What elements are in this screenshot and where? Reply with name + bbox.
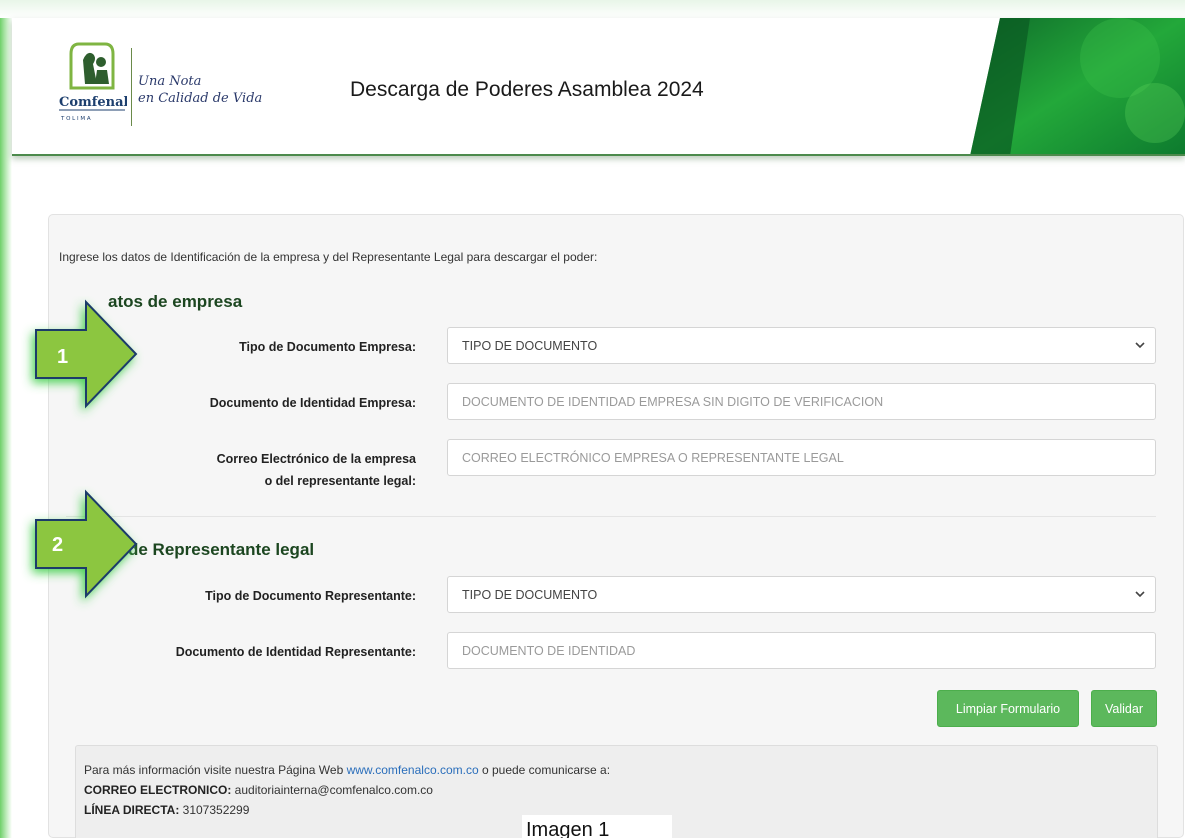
- slogan-line-2: en Calidad de Vida: [138, 91, 263, 106]
- label-documento-representante: Documento de Identidad Representante:: [175, 645, 416, 659]
- corner-decoration: [970, 18, 1185, 154]
- input-placeholder: DOCUMENTO DE IDENTIDAD EMPRESA SIN DIGIT…: [462, 394, 884, 409]
- page-header: Comfenalco T O L I M A Una Nota en Calid…: [12, 18, 1185, 156]
- annotation-arrow-2-icon: [35, 489, 138, 599]
- clear-form-button[interactable]: Limpiar Formulario: [937, 690, 1079, 727]
- info-web-suffix: o puede comunicarse a:: [478, 763, 611, 777]
- annotation-number-2: 2: [52, 534, 64, 556]
- section-title-representante: de Representante legal: [128, 540, 315, 559]
- chevron-down-icon: [1135, 342, 1145, 349]
- label-correo-line-1: Correo Electrónico de la empresa: [216, 452, 416, 466]
- annotation-number-1: 1: [57, 346, 69, 368]
- input-placeholder: DOCUMENTO DE IDENTIDAD: [462, 643, 636, 658]
- input-documento-empresa[interactable]: DOCUMENTO DE IDENTIDAD EMPRESA SIN DIGIT…: [447, 383, 1156, 420]
- input-documento-representante[interactable]: DOCUMENTO DE IDENTIDAD: [447, 632, 1156, 669]
- phone-label: LÍNEA DIRECTA:: [84, 803, 180, 817]
- form-intro: Ingrese los datos de Identificación de l…: [59, 250, 598, 264]
- left-green-border: [0, 0, 12, 838]
- comfenalco-logo-icon: Comfenalco T O L I M A: [59, 42, 127, 122]
- email-label: CORREO ELECTRONICO:: [84, 783, 232, 797]
- input-placeholder: CORREO ELECTRÓNICO EMPRESA O REPRESENTAN…: [462, 450, 844, 465]
- select-value: TIPO DE DOCUMENTO: [462, 338, 598, 353]
- section-divider: [66, 516, 1156, 517]
- info-line-phone: LÍNEA DIRECTA: 3107352299: [84, 803, 249, 817]
- info-line-email: CORREO ELECTRONICO: auditoriainterna@com…: [84, 783, 433, 797]
- top-edge: [0, 0, 1185, 18]
- select-tipo-documento-representante[interactable]: TIPO DE DOCUMENTO: [447, 576, 1156, 613]
- select-value: TIPO DE DOCUMENTO: [462, 587, 598, 602]
- info-web-text: Para más información visite nuestra Pági…: [84, 763, 347, 777]
- chevron-down-icon: [1135, 591, 1145, 598]
- select-tipo-documento-empresa[interactable]: TIPO DE DOCUMENTO: [447, 327, 1156, 364]
- annotation-arrow-1-icon: [35, 299, 138, 409]
- phone-value: 3107352299: [179, 803, 250, 817]
- input-correo-empresa[interactable]: CORREO ELECTRÓNICO EMPRESA O REPRESENTAN…: [447, 439, 1156, 476]
- image-caption: Imagen 1: [522, 815, 672, 838]
- slogan: Una Nota en Calidad de Vida: [138, 73, 262, 107]
- email-value: auditoriainterna@comfenalco.com.co: [231, 783, 433, 797]
- logo-divider: [131, 48, 132, 126]
- logo-sub-text: T O L I M A: [60, 116, 91, 122]
- logo-brand-text: Comfenalco: [59, 95, 127, 110]
- slogan-line-1: Una Nota: [138, 74, 202, 89]
- validate-button[interactable]: Validar: [1091, 690, 1157, 727]
- info-line-web: Para más información visite nuestra Pági…: [84, 763, 610, 777]
- page-title: Descarga de Poderes Asamblea 2024: [350, 78, 704, 101]
- website-link[interactable]: www.comfenalco.com.co: [347, 763, 479, 777]
